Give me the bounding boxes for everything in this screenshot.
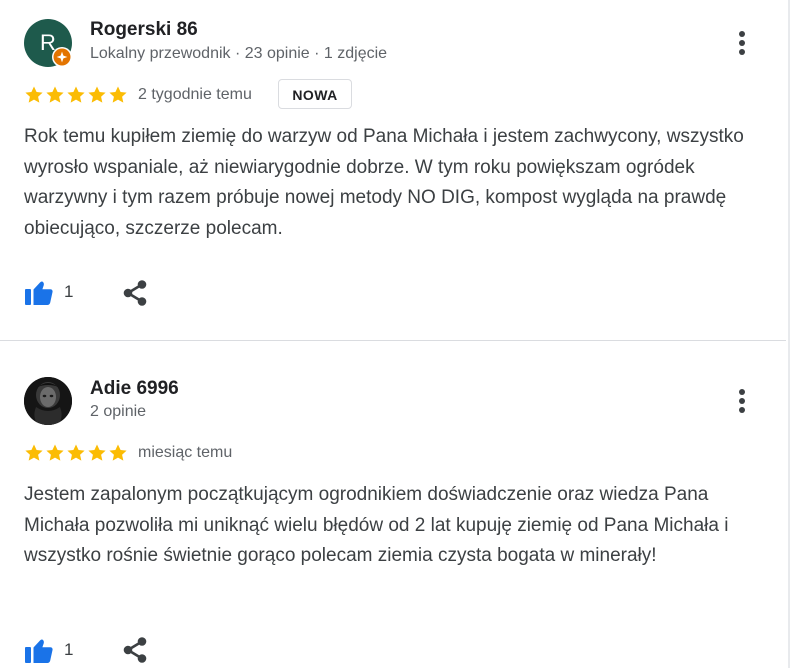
star-icon xyxy=(46,86,64,103)
star-icon xyxy=(25,86,43,103)
star-icon xyxy=(46,444,64,461)
review-card: R Rogerski 86 Lokalny przewodnik · 23 op… xyxy=(0,0,786,340)
thumbs-up-icon xyxy=(25,639,53,663)
star-icon xyxy=(88,86,106,103)
share-button[interactable] xyxy=(122,279,148,307)
star-icon xyxy=(25,444,43,461)
more-options-button[interactable] xyxy=(730,385,754,417)
share-button[interactable] xyxy=(122,636,148,664)
profile-photo-icon xyxy=(24,377,72,425)
star-icon xyxy=(109,86,127,103)
star-icon xyxy=(67,86,85,103)
like-count: 1 xyxy=(64,640,74,659)
like-button[interactable]: 1 xyxy=(24,635,73,665)
review-card: Adie 6996 2 opinie miesiąc temu Jestem z… xyxy=(0,341,786,668)
thumbs-up-icon xyxy=(25,281,53,305)
reviewer-name[interactable]: Rogerski 86 xyxy=(90,19,198,41)
review-date: 2 tygodnie temu xyxy=(138,86,252,103)
share-icon xyxy=(123,280,147,306)
like-button[interactable]: 1 xyxy=(24,277,73,307)
more-options-button[interactable] xyxy=(730,27,754,59)
review-date: miesiąc temu xyxy=(138,444,233,461)
more-vert-icon xyxy=(739,389,745,395)
star-rating xyxy=(24,85,128,105)
avatar[interactable] xyxy=(24,377,72,425)
more-vert-icon xyxy=(739,31,745,37)
reviewer-name[interactable]: Adie 6996 xyxy=(90,378,179,400)
star-rating xyxy=(24,443,128,463)
review-text: Jestem zapalonym początkującym ogrodniki… xyxy=(24,484,729,566)
new-badge: NOWA xyxy=(278,79,352,109)
star-icon xyxy=(67,444,85,461)
reviewer-meta[interactable]: 2 opinie xyxy=(90,403,146,421)
star-icon xyxy=(88,444,106,461)
share-icon xyxy=(123,637,147,663)
local-guide-badge-icon xyxy=(52,47,72,67)
like-count: 1 xyxy=(64,282,74,301)
review-text: Rok temu kupiłem ziemię do warzyw od Pan… xyxy=(24,126,744,239)
reviewer-meta[interactable]: Lokalny przewodnik · 23 opinie · 1 zdjęc… xyxy=(90,45,387,63)
star-icon xyxy=(109,444,127,461)
